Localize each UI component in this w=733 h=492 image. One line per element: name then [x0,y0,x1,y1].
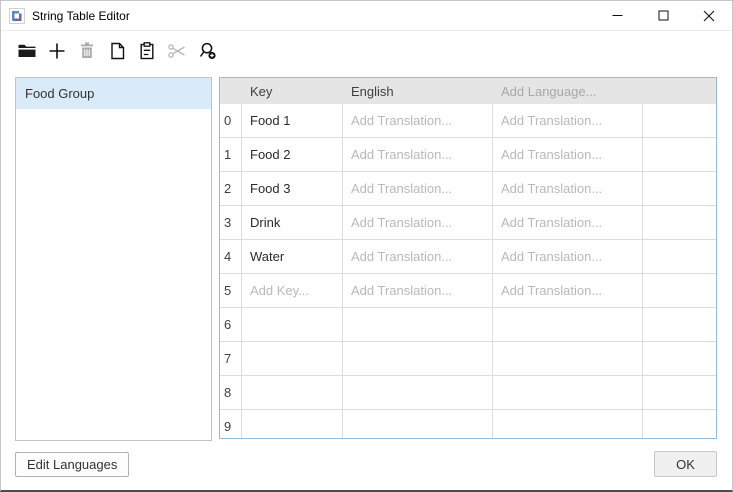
add-button[interactable] [46,40,68,64]
copy-icon [108,41,127,64]
window-controls [594,1,732,30]
language-cell[interactable]: Add Translation... [493,104,643,137]
table-row: 3 Drink Add Translation... Add Translati… [220,206,716,240]
table-row: 9 [220,410,716,439]
row-index[interactable]: 3 [220,206,242,239]
extra-cell [643,342,716,375]
language-cell [493,342,643,375]
table-row: 2 Food 3 Add Translation... Add Translat… [220,172,716,206]
maximize-button[interactable] [640,1,686,30]
ok-button[interactable]: OK [654,451,717,477]
language-cell[interactable]: Add Translation... [493,172,643,205]
string-table-list: Food Group [15,77,212,441]
string-table-grid: Key English Add Language... 0 Food 1 Add… [219,77,717,439]
row-index: 8 [220,376,242,409]
cut-button[interactable] [166,40,188,64]
app-icon [9,8,25,24]
header-add-language[interactable]: Add Language... [493,84,643,99]
header-key: Key [242,84,343,99]
row-index: 9 [220,410,242,439]
key-cell[interactable]: Water [242,240,343,273]
row-index: 7 [220,342,242,375]
english-cell [343,410,493,439]
extra-cell [643,410,716,439]
trash-icon [78,41,96,63]
table-row: 1 Food 2 Add Translation... Add Translat… [220,138,716,172]
key-cell[interactable]: Drink [242,206,343,239]
key-cell [242,376,343,409]
titlebar: String Table Editor [1,1,732,31]
sidebar-item-food-group[interactable]: Food Group [16,78,211,109]
key-cell [242,410,343,439]
english-cell [343,342,493,375]
paste-icon [138,41,156,64]
extra-cell [643,274,716,307]
open-button[interactable] [16,40,38,64]
row-index[interactable]: 2 [220,172,242,205]
close-button[interactable] [686,1,732,30]
extra-cell [643,376,716,409]
minimize-button[interactable] [594,1,640,30]
row-index[interactable]: 5 [220,274,242,307]
table-header: Key English Add Language... [220,78,716,104]
language-cell [493,410,643,439]
paste-button[interactable] [136,40,158,64]
key-cell[interactable]: Food 3 [242,172,343,205]
extra-cell [643,308,716,341]
header-english: English [343,84,493,99]
table-row: 7 [220,342,716,376]
toolbar [1,31,732,70]
row-index[interactable]: 1 [220,138,242,171]
english-cell[interactable]: Add Translation... [343,172,493,205]
language-cell [493,376,643,409]
key-cell[interactable]: Food 1 [242,104,343,137]
key-cell[interactable]: Add Key... [242,274,343,307]
english-cell[interactable]: Add Translation... [343,104,493,137]
key-cell [242,308,343,341]
add-icon [47,41,67,64]
copy-button[interactable] [106,40,128,64]
delete-button[interactable] [76,40,98,64]
folder-open-icon [17,41,38,64]
row-index[interactable]: 0 [220,104,242,137]
table-row: 0 Food 1 Add Translation... Add Translat… [220,104,716,138]
key-cell[interactable]: Food 2 [242,138,343,171]
english-cell [343,308,493,341]
language-cell[interactable]: Add Translation... [493,206,643,239]
extra-cell [643,206,716,239]
row-index: 6 [220,308,242,341]
extra-cell [643,104,716,137]
window-title: String Table Editor [32,9,130,23]
english-cell[interactable]: Add Translation... [343,240,493,273]
scissors-icon [166,41,188,64]
english-cell[interactable]: Add Translation... [343,206,493,239]
table-row: 8 [220,376,716,410]
extra-cell [643,240,716,273]
find-add-icon [197,41,218,64]
table-row: 4 Water Add Translation... Add Translati… [220,240,716,274]
language-cell [493,308,643,341]
language-cell[interactable]: Add Translation... [493,240,643,273]
english-cell[interactable]: Add Translation... [343,138,493,171]
extra-cell [643,138,716,171]
row-index[interactable]: 4 [220,240,242,273]
extra-cell [643,172,716,205]
language-cell[interactable]: Add Translation... [493,274,643,307]
string-table-editor-window: String Table Editor [0,0,733,492]
table-row: 5 Add Key... Add Translation... Add Tran… [220,274,716,308]
language-cell[interactable]: Add Translation... [493,138,643,171]
english-cell [343,376,493,409]
find-button[interactable] [196,40,218,64]
key-cell [242,342,343,375]
english-cell[interactable]: Add Translation... [343,274,493,307]
edit-languages-button[interactable]: Edit Languages [15,452,129,477]
table-row: 6 [220,308,716,342]
